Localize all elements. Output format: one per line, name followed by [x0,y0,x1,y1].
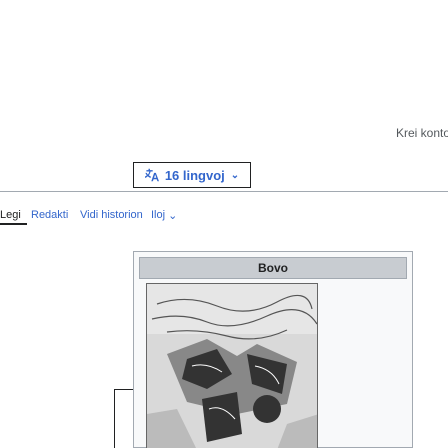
frame-line [114,389,115,448]
translate-icon [144,168,159,182]
infobox-title: Bovo [139,257,407,279]
infobox: Bovo [133,251,413,448]
language-button[interactable]: 16 lingvoj ⌄ [133,162,251,188]
header-divider [0,191,448,192]
tab-tools-label: Iloj [151,208,166,221]
tab-edit[interactable]: Redakti [31,209,68,221]
active-tab-indicator [0,223,27,225]
chevron-down-icon: ⌄ [168,209,178,222]
tab-history[interactable]: Vidi historion [80,209,143,221]
tab-read[interactable]: Legi [0,209,21,221]
chevron-down-icon: ⌄ [230,169,240,181]
frame-line [114,389,134,390]
create-account-link[interactable]: Krei konto [396,126,448,140]
language-button-label: 16 lingvoj [164,167,225,183]
page: Krei konto 16 lingvoj ⌄ Legi Redakti Vid… [0,0,448,448]
tab-tools[interactable]: Iloj ⌄ [151,209,177,222]
infobox-image[interactable] [146,283,318,448]
